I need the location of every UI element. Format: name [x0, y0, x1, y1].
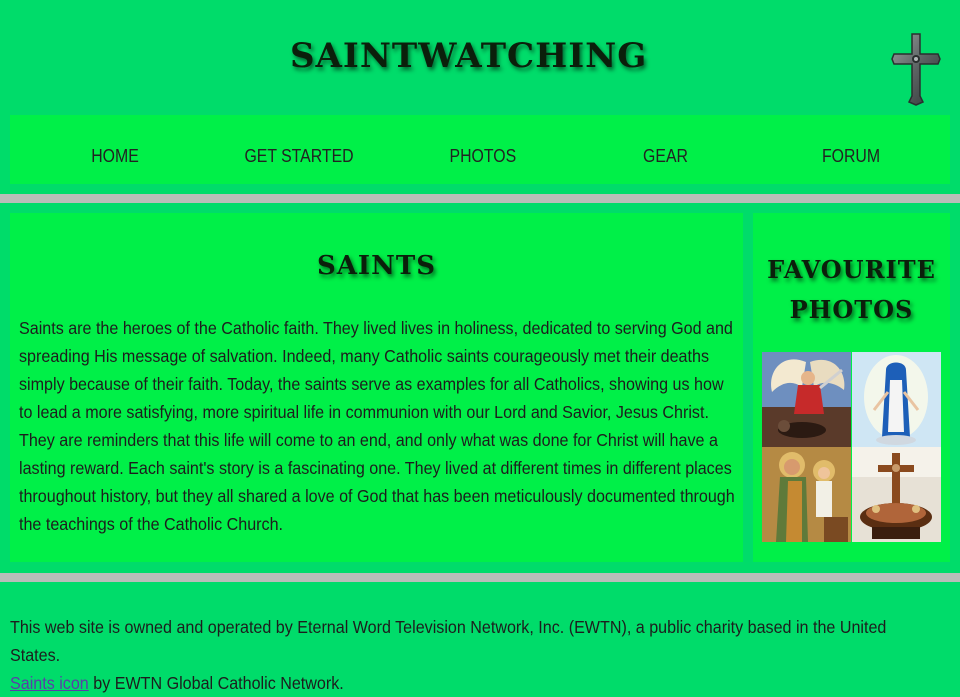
main-heading: SAINTS	[316, 251, 436, 281]
divider-bottom	[0, 573, 960, 582]
photo-crucifix[interactable]	[852, 447, 941, 542]
main-paragraph: Saints are the heroes of the Catholic fa…	[19, 318, 735, 534]
sidebar-heading: FAVOURITE PHOTOS	[753, 250, 950, 330]
footer-credit-suffix: by EWTN Global Catholic Network.	[88, 673, 344, 693]
saints-icon-link[interactable]: Saints icon	[10, 673, 89, 693]
nav-gear[interactable]: GEAR	[643, 146, 688, 167]
main-content: SAINTS Saints are the heroes of the Cath…	[10, 213, 743, 562]
site-header: SAINTWATCHING	[0, 0, 960, 115]
nav-photos[interactable]: PHOTOS	[450, 146, 517, 167]
photo-saint-joseph[interactable]	[762, 447, 851, 542]
sidebar: FAVOURITE PHOTOS	[753, 213, 950, 562]
photo-archangel[interactable]	[762, 352, 851, 447]
nav-forum[interactable]: FORUM	[822, 146, 880, 167]
photo-our-lady[interactable]	[852, 352, 941, 447]
footer: This web site is owned and operated by E…	[10, 613, 930, 697]
footer-ownership-text: This web site is owned and operated by E…	[10, 617, 887, 665]
cross-icon	[890, 32, 942, 106]
footer-credit: Saints icon by EWTN Global Catholic Netw…	[10, 669, 930, 697]
site-title: SAINTWATCHING	[290, 36, 648, 76]
divider-top	[0, 194, 960, 203]
nav-get-started[interactable]: GET STARTED	[244, 146, 353, 167]
main-navigation: HOME GET STARTED PHOTOS GEAR FORUM	[10, 115, 950, 184]
nav-home[interactable]: HOME	[91, 146, 139, 167]
sidebar-heading-line2: PHOTOS	[789, 295, 914, 324]
sidebar-heading-line1: FAVOURITE	[767, 255, 936, 284]
